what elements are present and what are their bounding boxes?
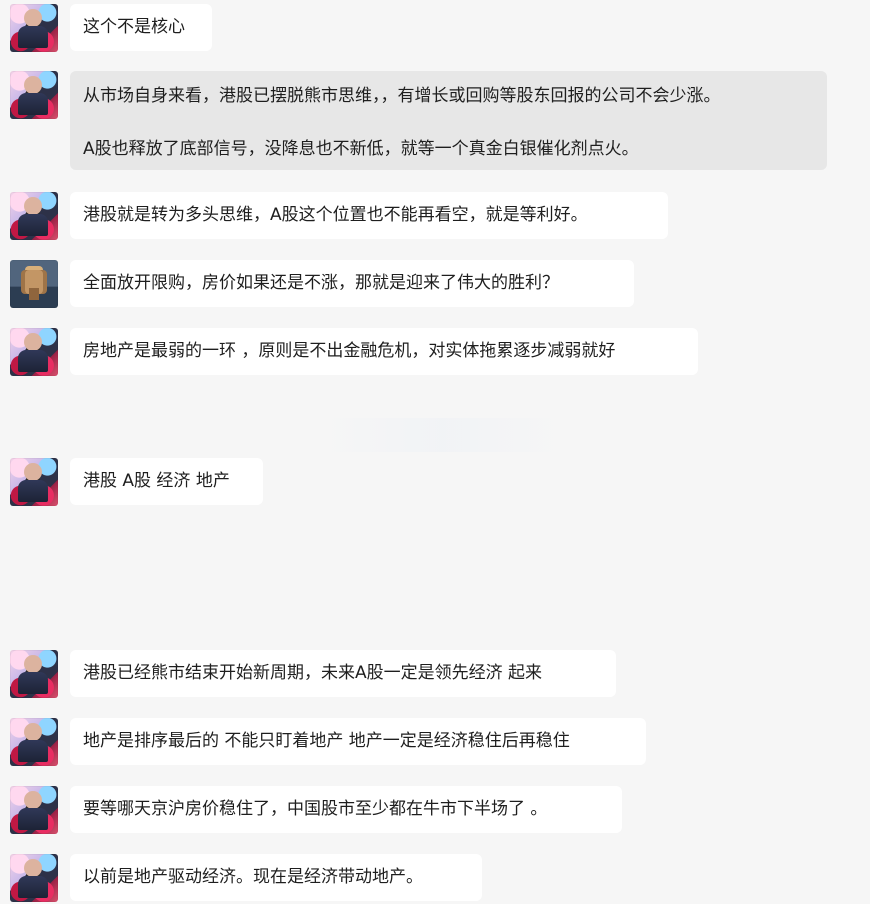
chat-message[interactable]: 这个不是核心 <box>10 4 212 52</box>
chat-transcript: 这个不是核心 从市场自身来看，港股已摆脱熊市思维，，有增长或回购等股东回报的公司… <box>0 0 870 904</box>
user-avatar-portrait-icon[interactable] <box>10 786 58 834</box>
message-text: 地产是排序最后的 不能只盯着地产 地产一定是经济稳住后再稳住 <box>83 731 570 751</box>
chat-message[interactable]: 房地产是最弱的一环 ，原则是不出金融危机，对实体拖累逐步减弱就好 <box>10 328 698 376</box>
message-text: 港股就是转为多头思维，A股这个位置也不能再看空，就是等利好。 <box>83 205 588 225</box>
message-text-line: A股也释放了底部信号，没降息也不新低，就等一个真金白银催化剂点火。 <box>83 139 639 159</box>
message-text-line: 从市场自身来看，港股已摆脱熊市思维，，有增长或回购等股东回报的公司不会少涨。 <box>83 86 721 106</box>
message-bubble[interactable]: 房地产是最弱的一环 ，原则是不出金融危机，对实体拖累逐步减弱就好 <box>70 328 698 375</box>
message-text: 这个不是核心 <box>83 17 185 37</box>
chat-message[interactable]: 要等哪天京沪房价稳住了，中国股市至少都在牛市下半场了 。 <box>10 786 622 834</box>
chat-message[interactable]: 港股已经熊市结束开始新周期，未来A股一定是领先经济 起来 <box>10 650 616 698</box>
message-bubble-highlighted[interactable]: 从市场自身来看，港股已摆脱熊市思维，，有增长或回购等股东回报的公司不会少涨。 A… <box>70 71 827 170</box>
message-text: 全面放开限购，房价如果还是不涨，那就是迎来了伟大的胜利？ <box>83 273 559 293</box>
message-text: 以前是地产驱动经济。现在是经济带动地产。 <box>83 867 423 887</box>
message-text: 港股 A股 经济 地产 <box>83 471 230 491</box>
user-avatar-portrait-icon[interactable] <box>10 458 58 506</box>
chat-message[interactable]: 港股就是转为多头思维，A股这个位置也不能再看空，就是等利好。 <box>10 192 668 240</box>
user-avatar-portrait-icon[interactable] <box>10 650 58 698</box>
chat-message[interactable]: 港股 A股 经济 地产 <box>10 458 263 506</box>
message-bubble[interactable]: 要等哪天京沪房价稳住了，中国股市至少都在牛市下半场了 。 <box>70 786 622 833</box>
chat-message[interactable]: 从市场自身来看，港股已摆脱熊市思维，，有增长或回购等股东回报的公司不会少涨。 A… <box>10 71 827 170</box>
user-avatar-portrait-icon[interactable] <box>10 192 58 240</box>
user-avatar-portrait-icon[interactable] <box>10 328 58 376</box>
chat-message[interactable]: 地产是排序最后的 不能只盯着地产 地产一定是经济稳住后再稳住 <box>10 718 646 766</box>
user-avatar-portrait-icon[interactable] <box>10 718 58 766</box>
message-bubble[interactable]: 这个不是核心 <box>70 4 212 51</box>
chat-message[interactable]: 以前是地产驱动经济。现在是经济带动地产。 <box>10 854 482 902</box>
user-avatar-cartoon-icon[interactable] <box>10 260 58 308</box>
user-avatar-portrait-icon[interactable] <box>10 854 58 902</box>
message-text: 要等哪天京沪房价稳住了，中国股市至少都在牛市下半场了 。 <box>83 799 548 819</box>
message-text: 港股已经熊市结束开始新周期，未来A股一定是领先经济 起来 <box>83 663 543 683</box>
message-bubble[interactable]: 地产是排序最后的 不能只盯着地产 地产一定是经济稳住后再稳住 <box>70 718 646 765</box>
message-bubble[interactable]: 港股已经熊市结束开始新周期，未来A股一定是领先经济 起来 <box>70 650 616 697</box>
background-watermark <box>318 418 566 452</box>
message-bubble[interactable]: 以前是地产驱动经济。现在是经济带动地产。 <box>70 854 482 901</box>
message-text: 房地产是最弱的一环 ，原则是不出金融危机，对实体拖累逐步减弱就好 <box>83 341 616 361</box>
user-avatar-portrait-icon[interactable] <box>10 71 58 119</box>
message-bubble[interactable]: 港股就是转为多头思维，A股这个位置也不能再看空，就是等利好。 <box>70 192 668 239</box>
user-avatar-portrait-icon[interactable] <box>10 4 58 52</box>
chat-message[interactable]: 全面放开限购，房价如果还是不涨，那就是迎来了伟大的胜利？ <box>10 260 634 308</box>
message-bubble[interactable]: 港股 A股 经济 地产 <box>70 458 263 505</box>
message-bubble[interactable]: 全面放开限购，房价如果还是不涨，那就是迎来了伟大的胜利？ <box>70 260 634 307</box>
